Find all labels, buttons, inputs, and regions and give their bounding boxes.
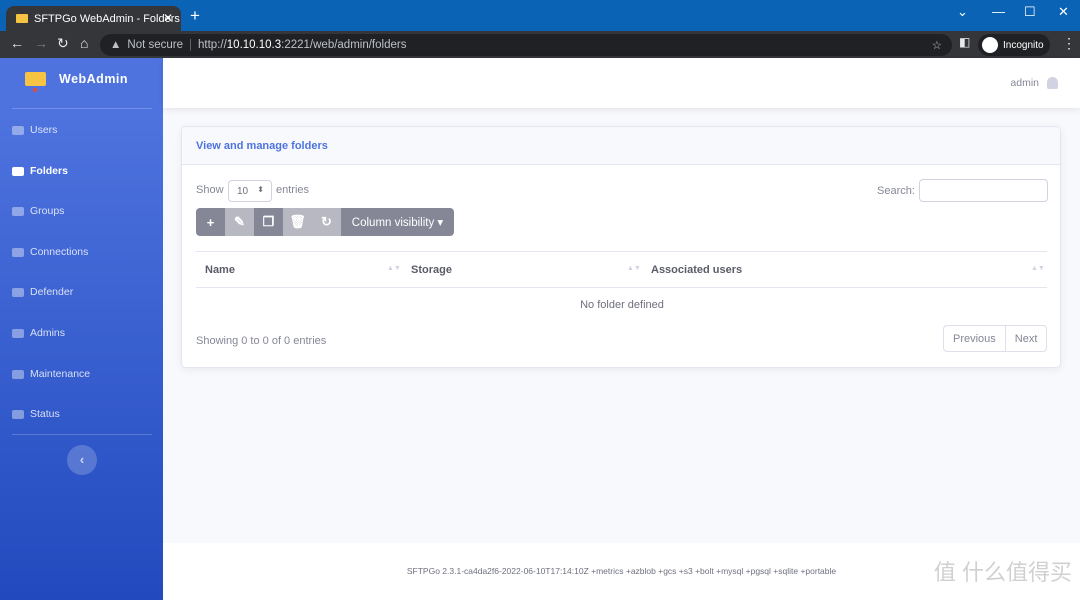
divider [12, 434, 152, 435]
column-header-storage[interactable]: Storage [411, 264, 452, 276]
close-window-button[interactable]: ✕ [1058, 4, 1069, 20]
sidebar-item-label: Connections [30, 246, 89, 258]
brand[interactable]: WebAdmin [25, 72, 129, 92]
card-title: View and manage folders [182, 127, 1060, 165]
table-toolbar: + ✎ ❐ 🗑 ↻ Column visibility ▾ [196, 208, 454, 236]
favicon-icon [16, 14, 28, 23]
browser-toolbar: ← → ↻ ⌂ ▲ Not secure | http://10.10.10.3… [0, 31, 1080, 58]
sidebar-item-status[interactable]: Status [12, 408, 60, 420]
column-visibility-button[interactable]: Column visibility ▾ [341, 208, 454, 236]
delete-button[interactable]: 🗑 [283, 208, 312, 236]
back-icon[interactable]: ← [10, 35, 24, 51]
new-tab-button[interactable]: + [190, 6, 200, 26]
entries-select[interactable]: 10 ⬍ [228, 180, 272, 202]
column-header-name[interactable]: Name [205, 264, 235, 276]
warning-icon: ▲ [110, 39, 122, 51]
shield-icon [12, 287, 24, 297]
sftpgo-logo-icon [25, 72, 46, 92]
url-host: 10.10.10.3 [226, 39, 282, 51]
maximize-button[interactable]: ☐ [1024, 4, 1036, 20]
sidebar-item-folders[interactable]: Folders [12, 165, 68, 177]
exchange-icon [12, 247, 24, 257]
incognito-icon [982, 37, 998, 53]
url-prefix: http:// [198, 39, 227, 51]
topbar: admin [163, 58, 1080, 108]
forward-icon[interactable]: → [34, 35, 48, 51]
add-button[interactable]: + [196, 208, 225, 236]
watermark: 值 什么值得买 [933, 560, 1072, 585]
entries-label: entries [276, 184, 310, 196]
tab-title: SFTPGo WebAdmin - Folders [34, 12, 180, 25]
refresh-button[interactable]: ↻ [312, 208, 341, 236]
sidebar-item-users[interactable]: Users [12, 124, 57, 136]
groups-icon [12, 206, 24, 216]
sidebar-item-connections[interactable]: Connections [12, 246, 88, 258]
column-header-associated-users[interactable]: Associated users [651, 264, 742, 276]
folder-icon [12, 166, 24, 176]
folders-card: View and manage folders Show 10 ⬍ entries… [181, 126, 1061, 368]
next-button[interactable]: Next [1004, 326, 1047, 351]
incognito-badge[interactable]: Incognito [978, 34, 1050, 56]
sidebar-item-label: Groups [30, 205, 65, 217]
incognito-label: Incognito [1003, 39, 1044, 51]
sidebar-item-groups[interactable]: Groups [12, 205, 64, 217]
pagination: Previous Next [943, 325, 1048, 352]
sidebar-item-label: Admins [30, 327, 66, 339]
browser-titlebar: SFTPGo WebAdmin - Folders ✕ + ⌄ — ☐ ✕ [0, 0, 1080, 31]
empty-table-message: No folder defined [580, 299, 664, 311]
minimize-button[interactable]: — [992, 4, 1005, 19]
url-path: :2221/web/admin/folders [281, 39, 407, 51]
home-icon[interactable]: ⌂ [80, 35, 88, 51]
select-arrows-icon: ⬍ [257, 185, 264, 194]
edit-button[interactable]: ✎ [225, 208, 254, 236]
browser-tab[interactable]: SFTPGo WebAdmin - Folders ✕ [6, 6, 181, 31]
version-text: SFTPGo 2.3.1-ca4da2f6-2022-06-10T17:14:1… [406, 566, 837, 576]
sidebar-item-label: Defender [30, 286, 74, 298]
menu-icon[interactable]: ⋮ [1062, 35, 1076, 52]
user-cog-icon [12, 328, 24, 338]
sidebar-panel-icon[interactable]: ◧ [959, 35, 970, 49]
sidebar: WebAdmin Users Folders Groups Connection… [0, 58, 163, 600]
sidebar-item-admins[interactable]: Admins [12, 327, 65, 339]
users-icon [12, 125, 24, 135]
search-input[interactable] [919, 179, 1048, 202]
sidebar-item-label: Users [30, 124, 58, 136]
tab-close-icon[interactable]: ✕ [163, 11, 173, 25]
clone-button[interactable]: ❐ [254, 208, 283, 236]
divider [12, 108, 152, 109]
table-info: Showing 0 to 0 of 0 entries [196, 335, 327, 347]
table-header: Name ▲▼ Storage ▲▼ Associated users ▲▼ [196, 251, 1047, 288]
address-bar[interactable]: ▲ Not secure | http://10.10.10.3:2221/we… [100, 34, 952, 56]
user-icon [1047, 77, 1058, 89]
entries-value: 10 [237, 186, 249, 197]
previous-button[interactable]: Previous [944, 326, 1005, 351]
wrench-icon [12, 369, 24, 379]
username: admin [1010, 77, 1039, 89]
info-icon [12, 409, 24, 419]
sort-icon: ▲▼ [387, 265, 401, 272]
sidebar-toggle-button[interactable]: ‹ [67, 445, 97, 475]
sort-icon: ▲▼ [1031, 265, 1045, 272]
sidebar-item-label: Folders [30, 165, 68, 177]
star-icon[interactable]: ☆ [932, 38, 942, 52]
sort-icon: ▲▼ [627, 265, 641, 272]
sidebar-item-defender[interactable]: Defender [12, 286, 73, 298]
tab-search-icon[interactable]: ⌄ [957, 4, 968, 20]
sidebar-item-maintenance[interactable]: Maintenance [12, 368, 90, 380]
show-label: Show [196, 184, 224, 196]
search-label: Search: [877, 185, 915, 197]
sidebar-item-label: Maintenance [30, 368, 91, 380]
user-menu[interactable]: admin [1010, 77, 1058, 89]
not-secure-label: Not secure [127, 39, 183, 51]
brand-label: WebAdmin [59, 72, 129, 86]
sidebar-item-label: Status [30, 408, 60, 420]
reload-icon[interactable]: ↻ [57, 35, 69, 52]
